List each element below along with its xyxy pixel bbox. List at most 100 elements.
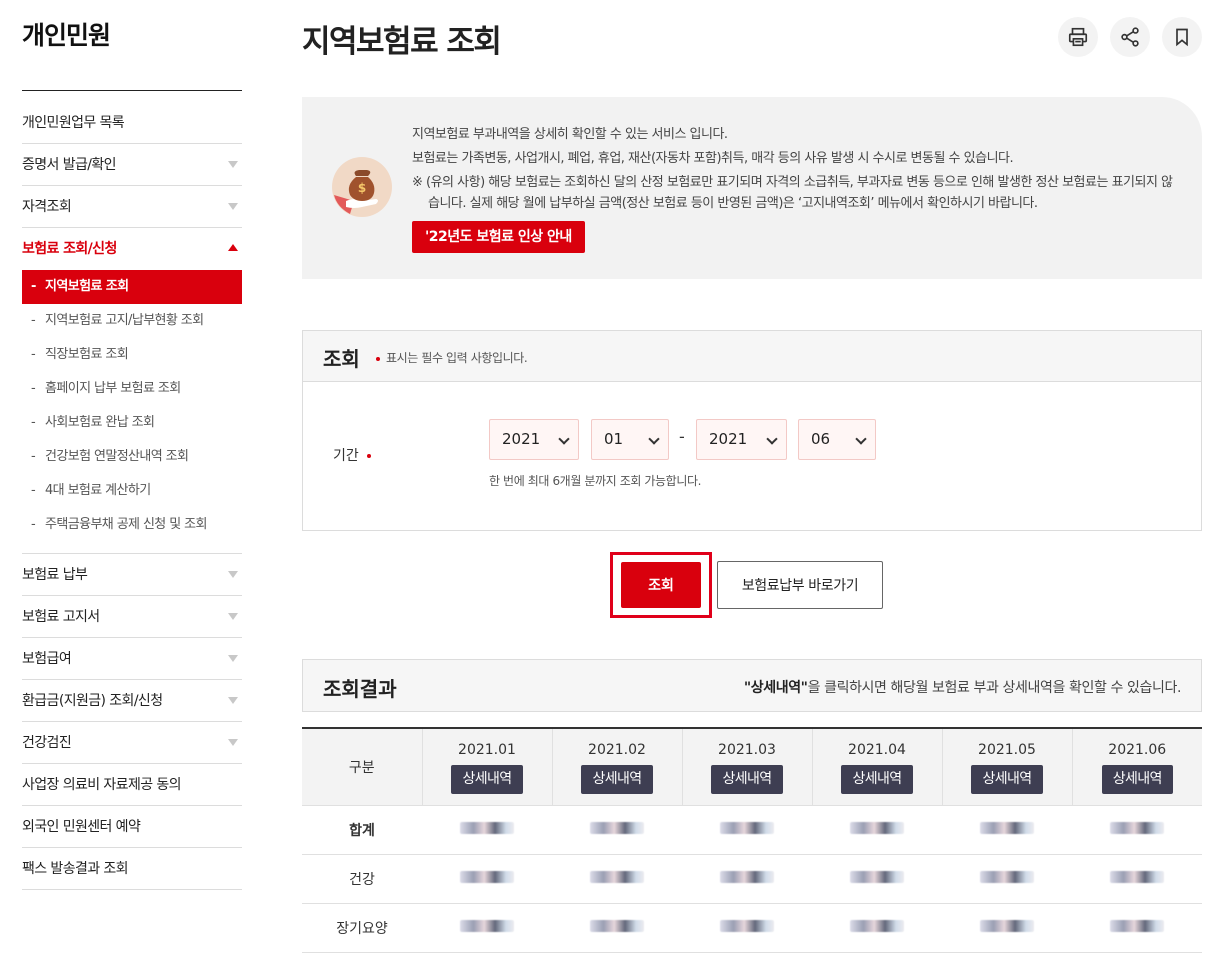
sidebar-item-premium-payment[interactable]: 보험료 납부 [22,554,242,596]
column-header-month: 2021.03 상세내역 [682,728,813,806]
month-label: 2021.04 [848,742,906,758]
chevron-down-icon [228,739,238,746]
table-row: 합계 [302,805,1202,855]
detail-button[interactable]: 상세내역 [581,765,653,794]
dash-marker: - [31,415,36,430]
sidebar-subitem-regional-notice[interactable]: - 지역보험료 고지/납부현황 조회 [22,304,242,338]
table-cell [942,903,1072,953]
sidebar-subitem-homepage-paid[interactable]: - 홈페이지 납부 보험료 조회 [22,372,242,406]
go-to-payment-button[interactable]: 보험료납부 바로가기 [717,561,883,609]
search-section-title: 조회 [323,347,360,371]
period-label: 기간 [333,445,377,465]
column-header-month: 2021.05 상세내역 [942,728,1073,806]
sidebar-subitem-workplace-premium[interactable]: - 직장보험료 조회 [22,338,242,372]
sidebar-item-qualification[interactable]: 자격조회 [22,186,242,228]
sidebar-item-complaint-list[interactable]: 개인민원업무 목록 [22,102,242,144]
sidebar-item-certificate[interactable]: 증명서 발급/확인 [22,144,242,186]
table-cell [1072,805,1202,855]
sidebar-subitem-year-end[interactable]: - 건강보험 연말정산내역 조회 [22,440,242,474]
chevron-down-icon [558,433,570,445]
chevron-down-icon [228,571,238,578]
table-cell [422,805,552,855]
page-title: 지역보험료 조회 [302,24,502,60]
table-header-row: 구분 2021.01 상세내역 2021.02 상세내역 2021.03 상세내역 2… [302,728,1202,806]
date-separator: - [679,427,685,446]
month-label: 2021.03 [718,742,776,758]
money-bag-icon: $ [332,157,392,217]
share-button[interactable] [1110,17,1150,57]
detail-button[interactable]: 상세내역 [711,765,783,794]
redacted-amount [460,919,514,932]
redacted-amount [1110,870,1164,883]
chevron-down-icon [228,613,238,620]
table-cell [1072,854,1202,904]
sidebar-item-foreigner-reservation[interactable]: 외국인 민원센터 예약 [22,806,242,848]
table-cell [422,903,552,953]
sidebar-item-label: 건강검진 [22,735,72,751]
sidebar-subitem-housing-debt[interactable]: - 주택금융부채 공제 신청 및 조회 [22,508,242,542]
sidebar-item-label: 보험료 납부 [22,567,88,583]
sidebar-item-benefits[interactable]: 보험급여 [22,638,242,680]
redacted-amount [980,870,1034,883]
sidebar-item-fax-result[interactable]: 팩스 발송결과 조회 [22,848,242,890]
sidebar-subitem-full-payment[interactable]: - 사회보험료 완납 조회 [22,406,242,440]
select-value: 06 [811,430,831,448]
sidebar-item-medical-consent[interactable]: 사업장 의료비 자료제공 동의 [22,764,242,806]
print-button[interactable] [1058,17,1098,57]
dash-marker: - [31,483,36,498]
table-cell [1072,903,1202,953]
detail-button[interactable]: 상세내역 [1101,765,1173,794]
redacted-amount [980,919,1034,932]
result-hint-bold: "상세내역" [743,680,808,696]
select-value: 2021 [709,430,748,448]
month-label: 2021.01 [458,742,516,758]
redacted-amount [590,821,644,834]
sidebar-item-premium-notice[interactable]: 보험료 고지서 [22,596,242,638]
period-label-text: 기간 [333,448,359,464]
start-year-select[interactable]: 2021 [489,419,579,460]
chevron-down-icon [228,161,238,168]
chevron-down-icon [648,433,660,445]
detail-button[interactable]: 상세내역 [841,765,913,794]
sidebar-item-premium-inquiry[interactable]: 보험료 조회/신청 [22,228,242,270]
redacted-amount [590,870,644,883]
row-header: 장기요양 [302,903,422,953]
premium-increase-notice-button[interactable]: '22년도 보험료 인상 안내 [412,221,585,253]
redacted-amount [1110,821,1164,834]
bookmark-button[interactable] [1162,17,1202,57]
sidebar-subitem-calculator[interactable]: -4대 보험료 계산하기 [22,474,242,508]
detail-button[interactable]: 상세내역 [971,765,1043,794]
required-dot-icon [367,454,372,458]
start-month-select[interactable]: 01 [591,419,669,460]
chevron-down-icon [855,433,867,445]
chevron-down-icon [228,697,238,704]
print-icon [1068,27,1088,47]
period-help-text: 한 번에 최대 6개월 분까지 조회 가능합니다. [489,474,702,488]
sidebar-subitem-regional-premium[interactable]: - 지역보험료 조회 [22,270,242,304]
dash-marker: - [31,517,36,532]
sidebar-item-label: 자격조회 [22,199,72,215]
sidebar-subitem-label: 지역보험료 고지/납부현황 조회 [45,313,204,328]
redacted-amount [850,821,904,834]
info-box: $ 지역보험료 부과내역을 상세히 확인할 수 있는 서비스 입니다. 보험료는… [302,97,1202,279]
end-year-select[interactable]: 2021 [696,419,787,460]
sidebar-item-refund[interactable]: 환급금(지원금) 조회/신청 [22,680,242,722]
sidebar-item-checkup[interactable]: 건강검진 [22,722,242,764]
month-label: 2021.02 [588,742,646,758]
search-button[interactable]: 조회 [621,562,701,608]
sidebar-subitem-label: 주택금융부채 공제 신청 및 조회 [45,517,207,532]
sidebar-item-label: 보험료 고지서 [22,609,100,625]
result-hint: "상세내역"을 클릭하시면 해당월 보험료 부과 상세내역을 확인할 수 있습니… [743,677,1182,697]
redacted-amount [850,870,904,883]
table-cell [812,805,942,855]
dash-marker: - [31,449,36,464]
required-dot-icon [376,356,380,361]
table-cell [552,854,682,904]
table-cell [422,854,552,904]
redacted-amount [980,821,1034,834]
table-row: 건강 [302,854,1202,904]
end-month-select[interactable]: 06 [798,419,876,460]
info-line: 보험료는 가족변동, 사업개시, 폐업, 휴업, 재산(자동차 포함)취득, 매… [412,151,1014,166]
detail-button[interactable]: 상세내역 [451,765,523,794]
month-label: 2021.05 [978,742,1036,758]
